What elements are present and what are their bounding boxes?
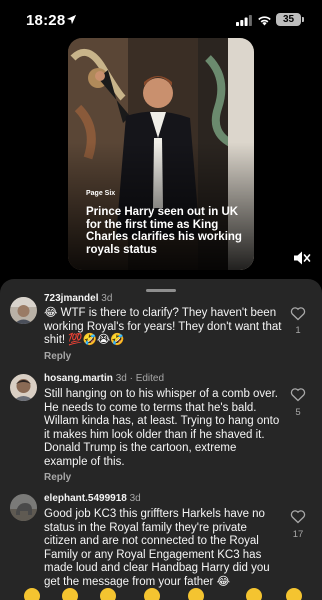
avatar[interactable] bbox=[10, 297, 37, 324]
emoji-icon[interactable] bbox=[246, 588, 262, 600]
reply-button[interactable]: Reply bbox=[44, 472, 71, 483]
comment-username[interactable]: hosang.martin bbox=[44, 373, 113, 384]
post-preview[interactable]: Page Six Prince Harry seen out in UK for… bbox=[68, 38, 254, 270]
heart-icon[interactable] bbox=[290, 509, 306, 524]
comment-username[interactable]: 723jmandel bbox=[44, 293, 98, 304]
emoji-icon[interactable] bbox=[62, 588, 78, 600]
heart-icon[interactable] bbox=[290, 306, 306, 321]
comment-text: 😂 WTF is there to clarify? They haven't … bbox=[44, 307, 282, 347]
emoji-icon[interactable] bbox=[100, 588, 116, 600]
comment-header: hosang.martin 3d · Edited bbox=[44, 373, 164, 385]
comment-username[interactable]: elephant.5499918 bbox=[44, 493, 127, 504]
reply-button[interactable]: Reply bbox=[44, 351, 71, 362]
mute-icon[interactable] bbox=[292, 250, 312, 266]
comment-header: 723jmandel 3d bbox=[44, 293, 112, 305]
emoji-icon[interactable] bbox=[188, 588, 204, 600]
status-time: 18:28 bbox=[26, 12, 66, 29]
comment-meta: 3d · Edited bbox=[115, 373, 165, 384]
like-count: 17 bbox=[292, 529, 304, 540]
comment-header: elephant.5499918 3d bbox=[44, 493, 141, 505]
comment-text: Still hanging on to his whisper of a com… bbox=[44, 388, 280, 468]
comment-meta: 3d bbox=[101, 293, 113, 304]
comment-text: Good job KC3 this griffters Harkels have… bbox=[44, 508, 270, 588]
like-count: 1 bbox=[295, 325, 301, 336]
like-count: 5 bbox=[295, 407, 301, 418]
comment-meta: 3d bbox=[129, 493, 141, 504]
status-bar: 18:28 35 bbox=[0, 0, 322, 40]
emoji-icon[interactable] bbox=[24, 588, 40, 600]
location-arrow-icon bbox=[66, 14, 77, 25]
signal-icon bbox=[236, 15, 252, 26]
avatar[interactable] bbox=[10, 374, 37, 401]
wifi-icon bbox=[258, 16, 271, 26]
post-source-label: Page Six bbox=[86, 190, 116, 197]
comments-sheet: 723jmandel 3d 😂 WTF is there to clarify?… bbox=[0, 279, 322, 600]
emoji-icon[interactable] bbox=[144, 588, 160, 600]
sheet-grabber[interactable] bbox=[146, 289, 176, 292]
battery-icon: 35 bbox=[276, 13, 304, 26]
heart-icon[interactable] bbox=[290, 387, 306, 402]
avatar[interactable] bbox=[10, 494, 37, 521]
post-headline: Prince Harry seen out in UK for the firs… bbox=[86, 206, 242, 256]
emoji-icon[interactable] bbox=[286, 588, 302, 600]
quick-emoji-bar bbox=[0, 588, 322, 600]
